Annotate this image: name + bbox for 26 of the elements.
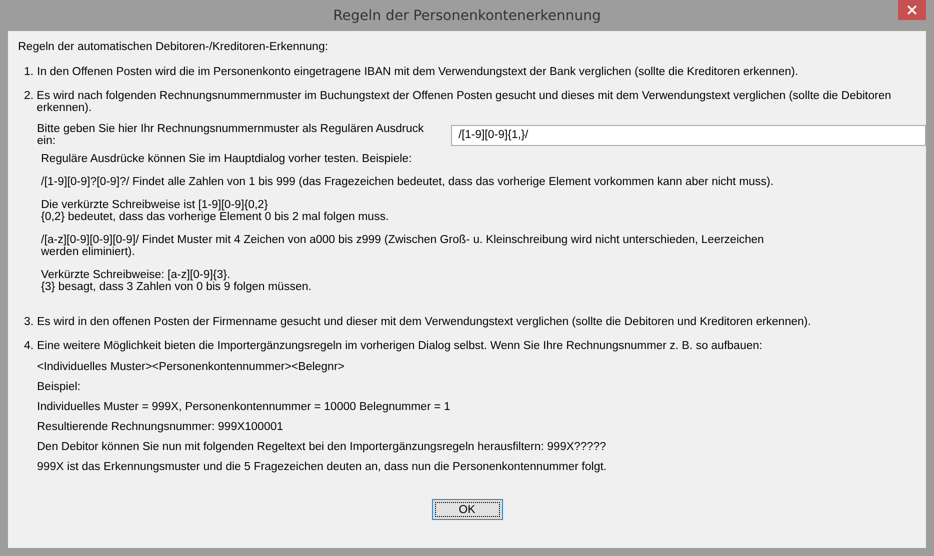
close-button[interactable] xyxy=(898,0,926,20)
ok-button[interactable]: OK xyxy=(432,499,502,520)
info-text: Resultierende Rechnungsnummer: 999X100001 xyxy=(37,421,284,434)
field-label: Bitte geben Sie hier Ihr Rechnungsnummernmuster als Regulären Ausdruck ein: xyxy=(37,123,425,147)
rule-number: 3. xyxy=(24,316,35,328)
paragraph-text: /[1-9][0-9]?[0-9]?/ Findet alle Zahlen von 1 bis 999 (das Fragezeichen bedeutet, dass das vorherige Element vorkommen kann aber nicht muss). xyxy=(41,176,775,188)
paragraph-text: /[a-z][0-9][0-9][0-9]/ Findet Muster mit 4 Zeichen von a000 bis z999 (Zwischen Groß- u. Kleinschreibung wird nicht unterschieden, Leerzeichen werden eliminiert). xyxy=(41,234,765,258)
rule-text: Eine weitere Möglichkeit bieten die Importergänzungsregeln im vorherigen Dialog selbst. Wenn Sie Ihre Rechnungsnummer z. B. so aufbauen: xyxy=(37,340,762,352)
info-text: 999X ist das Erkennungsmuster und die 5 Fragezeichen deuten an, dass nun die Personenkontennummer folgt. xyxy=(37,461,608,474)
heading-text: Regeln der automatischen Debitoren-/Kreditoren-Erkennung: xyxy=(18,41,330,53)
input-field[interactable]: /[1-9][0-9]{1,}/ xyxy=(451,124,926,146)
rule-text: Es wird in den offenen Posten der Firmenname gesucht und dieser mit dem Verwendungstext verglichen (sollte die Debitoren und Kreditoren erkennen). xyxy=(37,316,811,328)
paragraph-text: Die verkürzte Schreibweise ist [1-9][0-9]{0,2} {0,2} bedeutet, dass das vorherige Element 0 bis 2 mal folgen muss. xyxy=(41,199,390,223)
rule-number: 1. xyxy=(24,66,35,78)
window-title: Regeln der Personenkontenerkennung xyxy=(333,8,601,24)
info-text: <Individuelles Muster><Personenkontennummer><Belegnr> xyxy=(37,361,346,374)
info-text: Den Debitor können Sie nun mit folgenden Regeltext bei den Importergänzungsregeln herausfiltern: 999X????? xyxy=(37,441,607,454)
rule-text: Es wird nach folgenden Rechnungsnummernmuster im Buchungstext der Offenen Posten gesucht und dieses mit dem Verwendungstext verglichen (sollte die Debitoren erkennen). xyxy=(36,90,892,114)
close-icon xyxy=(907,5,917,15)
paragraph-text: Verkürzte Schreibweise: [a-z][0-9]{3}. {3} besagt, dass 3 Zahlen von 0 bis 9 folgen müssen. xyxy=(41,269,312,293)
info-text: Individuelles Muster = 999X, Personenkontennummer = 10000 Belegnummer = 1 xyxy=(37,401,452,414)
rule-number: 4. xyxy=(24,340,35,352)
rule-text: In den Offenen Posten wird die im Personenkonto eingetragene IBAN mit dem Verwendungstext der Bank verglichen (sollte die Kreditoren erkennen). xyxy=(37,66,798,78)
paragraph-text: Reguläre Ausdrücke können Sie im Hauptdialog vorher testen. Beispiele: xyxy=(41,153,413,165)
rule-number: 2. xyxy=(24,90,35,104)
info-text: Beispiel: xyxy=(37,381,82,394)
